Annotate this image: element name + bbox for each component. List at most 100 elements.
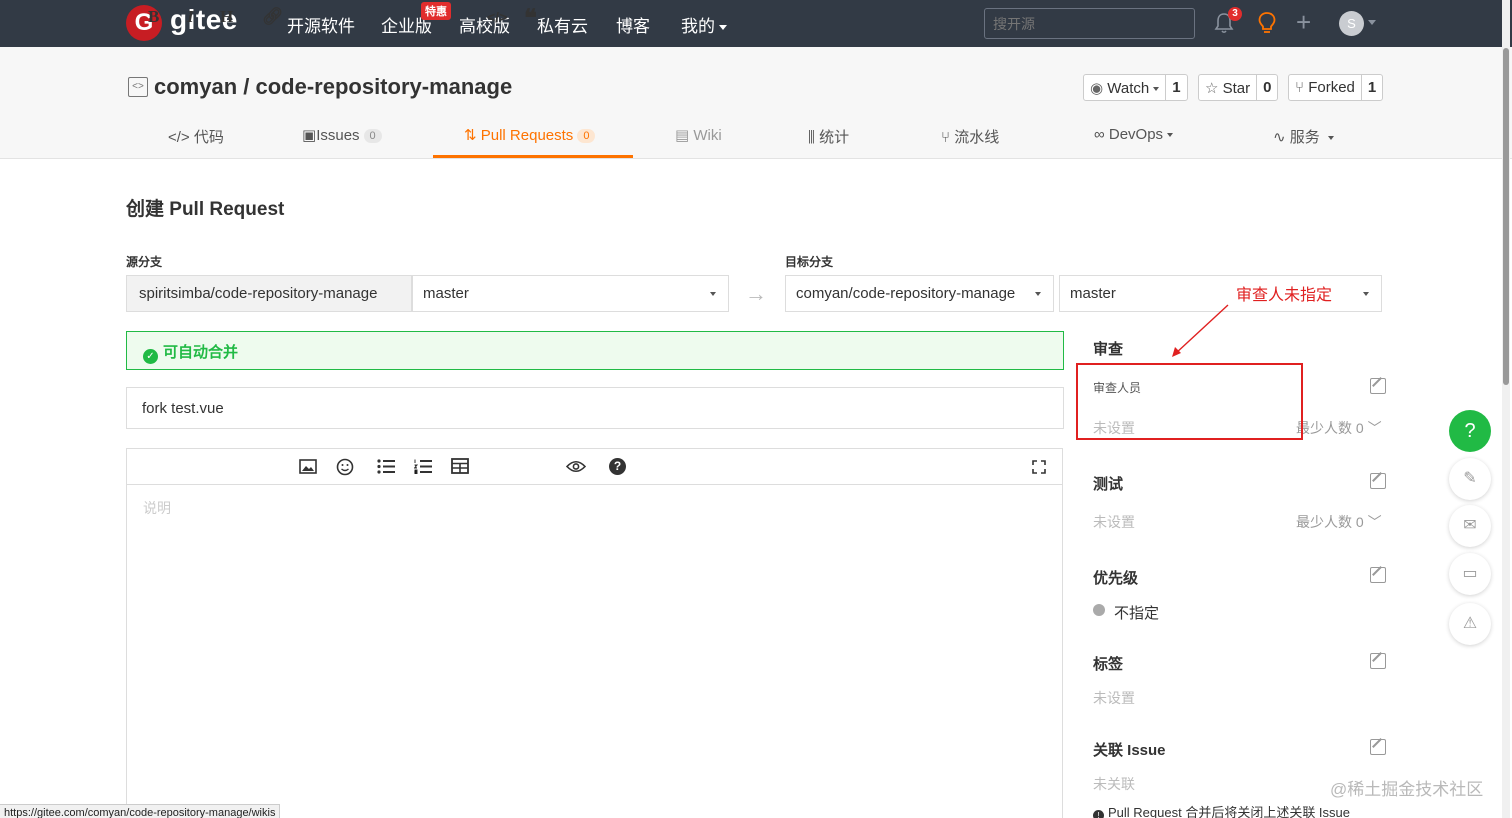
- chevron-down-icon: [1035, 292, 1041, 296]
- pr-title-input[interactable]: fork test.vue: [126, 387, 1064, 429]
- book-icon: ▤: [675, 127, 690, 144]
- tab-devops[interactable]: ∞ DevOps: [1094, 126, 1174, 143]
- linked-issue-note: ! Pull Request 合并后将关闭上述关联 Issue: [1093, 802, 1350, 818]
- scrollbar-thumb[interactable]: [1503, 48, 1509, 385]
- edit-priority-icon[interactable]: [1370, 567, 1386, 583]
- nav-mine[interactable]: 我的: [681, 12, 727, 37]
- labels-value: 未设置: [1093, 690, 1135, 706]
- review-min-count[interactable]: 最少人数 0 ﹀: [1296, 418, 1382, 438]
- eye-icon: ◉: [1090, 80, 1104, 97]
- edit-labels-icon[interactable]: [1370, 653, 1386, 669]
- annotation-text: 审查人未指定: [1236, 287, 1333, 304]
- nav-blog[interactable]: 博客: [616, 12, 650, 37]
- preview-eye-icon[interactable]: [566, 460, 586, 473]
- annotation-highlight-box: [1076, 363, 1303, 440]
- target-repo-select[interactable]: comyan/code-repository-manage: [785, 275, 1054, 312]
- help-icon[interactable]: ?: [609, 458, 626, 475]
- tab-pull-requests[interactable]: ⇅ Pull Requests 0: [464, 126, 596, 144]
- fullscreen-icon[interactable]: [1032, 460, 1046, 474]
- annotation-arrow-icon: [1172, 304, 1229, 357]
- lightbulb-icon[interactable]: [1256, 11, 1278, 35]
- chevron-down-icon: [719, 25, 727, 31]
- image-icon[interactable]: [299, 459, 317, 474]
- tab-stats[interactable]: ⫼ 统计: [808, 126, 849, 147]
- chevron-down-icon: [1363, 292, 1369, 296]
- nav-mine-label: 我的: [681, 17, 715, 36]
- check-circle-icon: ✓: [143, 349, 158, 364]
- active-tab-indicator: [433, 155, 633, 158]
- labels-heading: 标签: [1093, 656, 1124, 673]
- star-count[interactable]: 0: [1257, 75, 1277, 100]
- chevron-down-icon[interactable]: [1368, 20, 1376, 25]
- code-block-icon[interactable]: </>: [487, 8, 507, 26]
- page-title: 创建 Pull Request: [126, 199, 285, 220]
- pulse-icon: ∿: [1273, 129, 1286, 146]
- numbered-list-icon[interactable]: [414, 459, 433, 474]
- tab-code[interactable]: </> 代码: [168, 126, 224, 147]
- test-min-count[interactable]: 最少人数 0 ﹀: [1296, 512, 1382, 532]
- feedback-edit-icon[interactable]: ✎: [1449, 458, 1491, 500]
- mail-icon[interactable]: ✉: [1449, 505, 1491, 547]
- chevron-down-icon: [1167, 133, 1174, 138]
- watch-label: ◉ Watch: [1084, 75, 1167, 100]
- priority-heading: 优先级: [1093, 570, 1139, 587]
- tab-services[interactable]: ∿ 服务: [1273, 126, 1334, 147]
- linked-issue-value: 未关联: [1093, 776, 1135, 792]
- arrow-right-icon: →: [745, 281, 767, 306]
- fork-icon: ⑂: [1295, 79, 1305, 96]
- bold-button[interactable]: B: [148, 8, 159, 26]
- merge-status-text: 可自动合并: [163, 344, 239, 361]
- description-placeholder: 说明: [143, 500, 171, 516]
- tab-wiki[interactable]: ▤ Wiki: [675, 126, 722, 144]
- nav-private-cloud[interactable]: 私有云: [537, 12, 588, 37]
- source-branch-select[interactable]: master: [412, 275, 729, 312]
- table-icon[interactable]: [451, 458, 469, 474]
- chat-icon[interactable]: ▭: [1449, 553, 1491, 595]
- fork-label: ⑂ Forked: [1289, 75, 1362, 100]
- chevron-down-icon: [1153, 87, 1160, 92]
- star-button[interactable]: ☆ Star 0: [1198, 74, 1279, 101]
- source-branch-value: master: [423, 285, 469, 302]
- bullet-list-icon[interactable]: [377, 459, 396, 474]
- warning-icon[interactable]: ⚠: [1449, 603, 1491, 645]
- notification-count-badge: 3: [1228, 7, 1242, 21]
- watermark: @稀土掘金技术社区: [1330, 780, 1484, 799]
- target-branch-value: master: [1070, 285, 1116, 302]
- merge-status-banner: ✓ 可自动合并: [126, 331, 1064, 370]
- quote-icon[interactable]: ❝: [524, 7, 537, 31]
- pull-request-icon: ⇅: [464, 127, 477, 144]
- link-icon[interactable]: 🔗︎: [262, 8, 284, 26]
- edit-linked-issue-icon[interactable]: [1370, 739, 1386, 755]
- plus-icon[interactable]: +: [1296, 8, 1311, 36]
- search-input[interactable]: [984, 8, 1195, 39]
- chevron-down-icon: [710, 292, 716, 296]
- pipeline-icon: ⑂: [941, 129, 951, 146]
- infinity-icon: ∞: [1094, 126, 1105, 143]
- issues-count: 0: [363, 129, 382, 144]
- nav-open-source[interactable]: 开源软件: [287, 12, 355, 37]
- editor-toolbar: [127, 449, 1062, 485]
- chevron-down-icon: [1327, 136, 1334, 141]
- help-button[interactable]: ?: [1449, 410, 1491, 452]
- tab-pipeline[interactable]: ⑂ 流水线: [941, 126, 999, 147]
- watch-count[interactable]: 1: [1166, 75, 1186, 100]
- repo-title[interactable]: comyan / code-repository-manage: [154, 74, 512, 100]
- emoji-icon[interactable]: [336, 458, 354, 476]
- heading-button[interactable]: H: [220, 8, 233, 26]
- repo-icon: <>: [128, 77, 148, 97]
- pull-requests-count: 0: [577, 129, 596, 144]
- issues-icon: ▣: [302, 127, 317, 144]
- bar-chart-icon: ⫼: [808, 129, 815, 146]
- linked-issue-heading: 关联 Issue: [1093, 742, 1166, 759]
- italic-button[interactable]: I: [187, 8, 194, 26]
- fork-button[interactable]: ⑂ Forked 1: [1288, 74, 1384, 101]
- edit-reviewers-icon[interactable]: [1370, 378, 1386, 394]
- tab-issues[interactable]: ▣Issues 0: [302, 126, 382, 144]
- edit-testers-icon[interactable]: [1370, 473, 1386, 489]
- avatar[interactable]: S: [1339, 11, 1364, 36]
- status-bar-url: https://gitee.com/comyan/code-repository…: [0, 804, 281, 818]
- description-editor[interactable]: [126, 448, 1063, 818]
- promo-badge: 特惠: [421, 2, 451, 20]
- watch-button[interactable]: ◉ Watch 1: [1083, 74, 1188, 101]
- fork-count[interactable]: 1: [1362, 75, 1382, 100]
